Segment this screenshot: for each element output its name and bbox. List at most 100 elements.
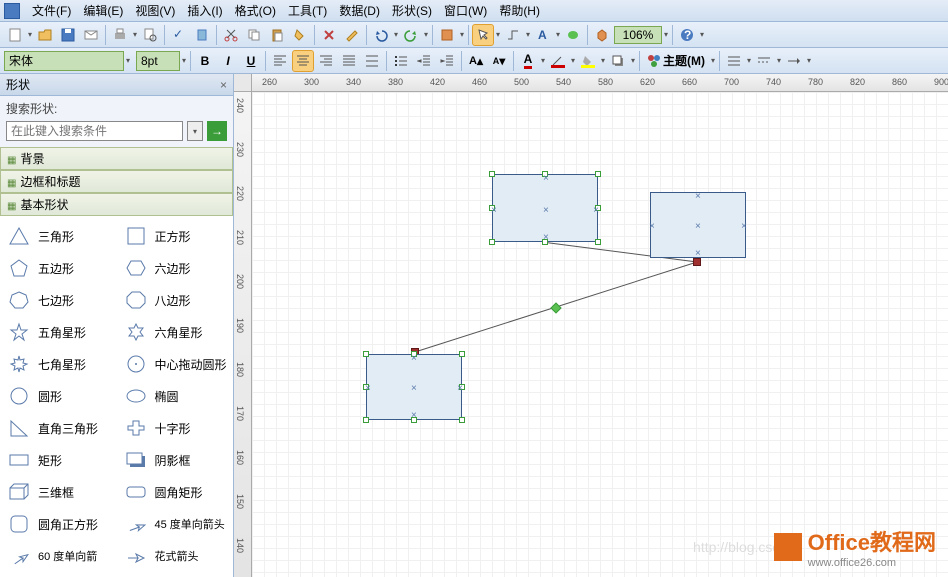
print-preview-button[interactable]	[139, 24, 161, 46]
menu-data[interactable]: 数据(D)	[333, 0, 386, 22]
cat-borders-titles[interactable]: 边框和标题	[0, 170, 233, 193]
zoom-dropdown[interactable]: ▾	[663, 30, 669, 39]
undo-dropdown[interactable]: ▾	[393, 30, 399, 39]
canvas-shape-rect[interactable]: × ××××	[366, 354, 462, 420]
distribute-button[interactable]	[361, 50, 383, 72]
shape-rounded-square[interactable]: 圆角正方形	[0, 508, 117, 540]
menu-format[interactable]: 格式(O)	[229, 0, 282, 22]
shape-pentagon[interactable]: 五边形	[0, 252, 117, 284]
shape-rect[interactable]: 矩形	[0, 444, 117, 476]
edit-button[interactable]	[341, 24, 363, 46]
shadow-button[interactable]	[607, 50, 629, 72]
menu-view[interactable]: 视图(V)	[129, 0, 181, 22]
shape-octagon[interactable]: 八边形	[117, 284, 234, 316]
print-button[interactable]	[109, 24, 131, 46]
shape-star5[interactable]: 五角星形	[0, 316, 117, 348]
canvas-shape-rect[interactable]: × ××××	[492, 174, 598, 242]
align-center-button[interactable]	[292, 50, 314, 72]
format-painter-button[interactable]	[289, 24, 311, 46]
shape-triangle[interactable]: 三角形	[0, 220, 117, 252]
shape-circle[interactable]: 圆形	[0, 380, 117, 412]
font-color-button[interactable]: A	[517, 50, 539, 72]
save-button[interactable]	[57, 24, 79, 46]
connector-midpoint[interactable]	[550, 302, 561, 313]
align-justify-button[interactable]	[338, 50, 360, 72]
shape-ellipse[interactable]: 椭圆	[117, 380, 234, 412]
connector-tool-button[interactable]	[502, 24, 524, 46]
text-dropdown[interactable]: ▾	[555, 30, 561, 39]
redo-dropdown[interactable]: ▾	[423, 30, 429, 39]
menu-tools[interactable]: 工具(T)	[282, 0, 333, 22]
shape-star6[interactable]: 六角星形	[117, 316, 234, 348]
redo-button[interactable]	[400, 24, 422, 46]
research-button[interactable]	[191, 24, 213, 46]
menu-shape[interactable]: 形状(S)	[386, 0, 438, 22]
close-panel-icon[interactable]: ×	[220, 78, 227, 92]
line-weight-button[interactable]	[723, 50, 745, 72]
shape-3d-box[interactable]: 三维框	[0, 476, 117, 508]
pointer-dropdown[interactable]: ▾	[495, 30, 501, 39]
menu-file[interactable]: 文件(F)	[26, 0, 77, 22]
cat-background[interactable]: 背景	[0, 147, 233, 170]
line-pattern-button[interactable]	[753, 50, 775, 72]
underline-button[interactable]: U	[240, 50, 262, 72]
undo-button[interactable]	[370, 24, 392, 46]
stencil-dropdown[interactable]: ▾	[459, 30, 465, 39]
theme-button[interactable]: 主题(M)	[643, 50, 709, 72]
bold-button[interactable]: B	[194, 50, 216, 72]
connector-dropdown[interactable]: ▾	[525, 30, 531, 39]
align-left-button[interactable]	[269, 50, 291, 72]
email-button[interactable]	[80, 24, 102, 46]
open-button[interactable]	[34, 24, 56, 46]
shape-fancy-arrow[interactable]: 花式箭头	[117, 540, 234, 572]
search-go-button[interactable]: →	[207, 121, 227, 141]
shape-arrow45[interactable]: 45 度单向箭头	[117, 508, 234, 540]
shape-right-triangle[interactable]: 直角三角形	[0, 412, 117, 444]
zoom-field[interactable]: 106%	[614, 26, 662, 44]
italic-button[interactable]: I	[217, 50, 239, 72]
font-select[interactable]: 宋体	[4, 51, 124, 71]
new-button[interactable]	[4, 24, 26, 46]
shape-center-drag-circle[interactable]: 中心拖动圆形	[117, 348, 234, 380]
pointer-tool-button[interactable]	[472, 24, 494, 46]
shape-hexagon[interactable]: 六边形	[117, 252, 234, 284]
canvas-shape-rect[interactable]: × ××××	[650, 192, 746, 258]
cut-button[interactable]	[220, 24, 242, 46]
delete-button[interactable]	[318, 24, 340, 46]
font-size-inc-button[interactable]: A▴	[465, 50, 487, 72]
text-tool-button[interactable]: A	[532, 24, 554, 46]
new-dropdown[interactable]: ▾	[27, 30, 33, 39]
font-size-dec-button[interactable]: A▾	[488, 50, 510, 72]
print-dropdown[interactable]: ▾	[132, 30, 138, 39]
fill-color-button[interactable]	[577, 50, 599, 72]
help-dropdown[interactable]: ▾	[699, 30, 705, 39]
stencil-button[interactable]	[436, 24, 458, 46]
connector-endpoint[interactable]	[693, 258, 701, 266]
menu-help[interactable]: 帮助(H)	[493, 0, 546, 22]
help-button[interactable]: ?	[676, 24, 698, 46]
bullets-button[interactable]	[390, 50, 412, 72]
ink-tool-button[interactable]	[562, 24, 584, 46]
indent-dec-button[interactable]	[413, 50, 435, 72]
shape-rounded-rect[interactable]: 圆角矩形	[117, 476, 234, 508]
align-right-button[interactable]	[315, 50, 337, 72]
shape-square[interactable]: 正方形	[117, 220, 234, 252]
3d-button[interactable]	[591, 24, 613, 46]
shape-cross[interactable]: 十字形	[117, 412, 234, 444]
shape-heptagon[interactable]: 七边形	[0, 284, 117, 316]
search-dropdown[interactable]: ▾	[187, 121, 203, 141]
drawing-canvas[interactable]: 2603003403804204605005405806206607007407…	[234, 74, 948, 577]
menu-insert[interactable]: 插入(I)	[181, 0, 228, 22]
shape-shadow-box[interactable]: 阴影框	[117, 444, 234, 476]
menu-edit[interactable]: 编辑(E)	[77, 0, 129, 22]
font-size-select[interactable]: 8pt	[136, 51, 180, 71]
copy-button[interactable]	[243, 24, 265, 46]
line-ends-button[interactable]	[783, 50, 805, 72]
menu-window[interactable]: 窗口(W)	[438, 0, 493, 22]
shape-search-input[interactable]	[6, 121, 183, 141]
spellcheck-button[interactable]: ✓	[168, 24, 190, 46]
line-color-button[interactable]	[547, 50, 569, 72]
shape-star7[interactable]: 七角星形	[0, 348, 117, 380]
shape-arrow60[interactable]: 60 度单向箭	[0, 540, 117, 572]
paste-button[interactable]	[266, 24, 288, 46]
